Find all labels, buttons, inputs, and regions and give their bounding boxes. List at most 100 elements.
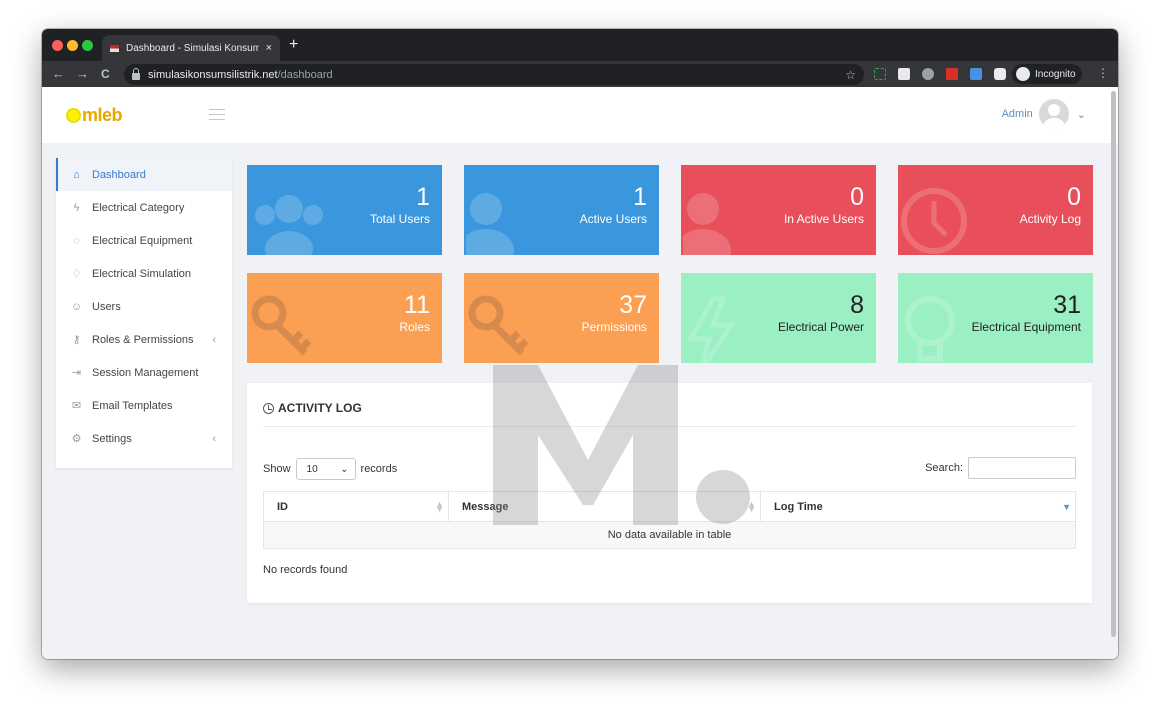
back-arrow-icon[interactable]: ← (52, 66, 65, 81)
sidebar-item-settings[interactable]: ⚙ Settings ‹ (56, 422, 232, 455)
search-input[interactable] (968, 457, 1076, 479)
logo-text: mleb (82, 105, 123, 125)
page-scrollbar[interactable] (1111, 91, 1116, 637)
tab-close-icon[interactable]: × (266, 42, 272, 54)
activity-log-panel: ACTIVITY LOG Show 10 ⌄ records Search: I… (247, 383, 1092, 603)
sidebar-item-label: Session Management (92, 366, 199, 379)
flag-favicon-icon (110, 44, 119, 52)
browser-menu-icon[interactable]: ⋮ (1097, 66, 1109, 80)
stat-value: 31 (1053, 291, 1081, 319)
sidebar-item-electrical-simulation[interactable]: ♢ Electrical Simulation (56, 257, 232, 290)
sidebar-item-electrical-equipment[interactable]: ◌ Electrical Equipment (56, 224, 232, 257)
stat-label: Electrical Equipment (971, 320, 1081, 334)
table-search: Search: (925, 457, 1076, 479)
bulb-icon (905, 296, 955, 362)
close-window-button[interactable] (52, 40, 63, 51)
url-domain: simulasikonsumsilistrik.net (148, 68, 278, 81)
user-menu[interactable]: Admin ⌄ (1002, 99, 1086, 129)
stat-card-electrical-equipment[interactable]: 31 Electrical Equipment (898, 273, 1093, 363)
bookmark-star-icon[interactable]: ☆ (845, 68, 856, 82)
records-label: records (360, 463, 398, 475)
incognito-badge[interactable]: Incognito (1012, 64, 1082, 84)
divider (263, 426, 1076, 427)
stat-value: 37 (619, 291, 647, 319)
stat-card-activity-log[interactable]: 0 Activity Log (898, 165, 1093, 255)
stat-card-active-users[interactable]: 1 Active Users (464, 165, 659, 255)
sidebar-item-email-templates[interactable]: ✉ Email Templates (56, 389, 232, 422)
sidebar-item-label: Electrical Simulation (92, 267, 192, 280)
login-icon: ⇥ (71, 367, 82, 379)
lightning-icon: ϟ (73, 201, 80, 214)
screenshot-extension-icon[interactable] (874, 68, 886, 80)
sun-logo-icon (66, 108, 81, 123)
hamburger-menu-icon[interactable] (209, 109, 225, 120)
chevron-left-icon: ‹ (212, 432, 216, 445)
incognito-label: Incognito (1035, 68, 1076, 80)
sidebar-item-dashboard[interactable]: ⌂ Dashboard (56, 158, 232, 191)
stat-card-inactive-users[interactable]: 0 In Active Users (681, 165, 876, 255)
stat-value: 0 (850, 183, 864, 211)
stat-card-total-users[interactable]: 1 Total Users (247, 165, 442, 255)
stat-value: 1 (416, 183, 430, 211)
sidebar-item-label: Electrical Equipment (92, 234, 193, 247)
chevron-down-icon: ⌄ (1076, 108, 1086, 121)
user-name: Admin (1001, 108, 1033, 120)
user-icon (683, 193, 731, 255)
tab-title: Dashboard - Simulasi Konsums (126, 42, 259, 54)
stat-value: 8 (850, 291, 864, 319)
sidebar-item-session-management[interactable]: ⇥ Session Management (56, 356, 232, 389)
sort-icon: ▲ ▼ (747, 498, 756, 514)
stat-card-permissions[interactable]: 37 Permissions (464, 273, 659, 363)
gear-icon: ⚙ (71, 433, 82, 445)
chevron-down-icon: ⌄ (340, 463, 349, 475)
column-label: Message (462, 500, 509, 513)
column-label: ID (277, 500, 288, 513)
page-length-control: Show 10 ⌄ records (263, 458, 397, 480)
maximize-window-button[interactable] (82, 40, 93, 51)
panel-title-text: ACTIVITY LOG (278, 401, 362, 415)
stat-card-roles[interactable]: 11 Roles (247, 273, 442, 363)
sidebar: ⌂ Dashboard ϟ Electrical Category ◌ Elec… (56, 158, 232, 468)
plug-icon: ♢ (71, 268, 82, 280)
globe-extension-icon[interactable] (922, 68, 934, 80)
reload-icon[interactable]: C (101, 67, 110, 81)
url-path: /dashboard (277, 68, 333, 81)
download-extension-icon[interactable] (898, 68, 910, 80)
table-empty-row: No data available in table (264, 522, 1075, 548)
capture-extension-icon[interactable] (970, 68, 982, 80)
stat-card-electrical-power[interactable]: 8 Electrical Power (681, 273, 876, 363)
page-viewport: mleb Admin ⌄ ⌂ Dashboard ϟ Electrical Ca… (42, 87, 1118, 659)
key-icon (468, 295, 529, 356)
user-icon: ☺ (70, 300, 83, 313)
clock-icon (901, 188, 967, 254)
address-bar[interactable]: simulasikonsumsilistrik.net/dashboard ☆ (124, 64, 864, 85)
sidebar-item-roles-permissions[interactable]: ⚷ Roles & Permissions ‹ (56, 323, 232, 356)
url-text: simulasikonsumsilistrik.net/dashboard (148, 69, 333, 81)
browser-tab[interactable]: Dashboard - Simulasi Konsums × (102, 35, 280, 61)
column-header-id[interactable]: ID ▲ ▼ (264, 492, 449, 521)
sidebar-item-label: Electrical Category (92, 201, 185, 214)
column-header-log-time[interactable]: Log Time ▼ (761, 492, 1075, 521)
lock-icon (132, 67, 140, 80)
sort-desc-icon: ▼ (1062, 501, 1071, 512)
sidebar-item-label: Email Templates (92, 399, 173, 412)
chevron-left-icon: ‹ (212, 333, 216, 346)
puzzle-extensions-icon[interactable] (994, 68, 1006, 80)
forward-arrow-icon[interactable]: → (76, 66, 89, 81)
user-icon (466, 193, 514, 255)
users-icon (255, 195, 323, 255)
stat-value: 11 (404, 291, 430, 319)
table-header: ID ▲ ▼ Message ▲ ▼ Log Time ▼ (264, 492, 1075, 522)
sidebar-item-electrical-category[interactable]: ϟ Electrical Category (56, 191, 232, 224)
minimize-window-button[interactable] (67, 40, 78, 51)
browser-toolbar: ← → C simulasikonsumsilistrik.net/dashbo… (42, 61, 1118, 87)
stat-value: 1 (633, 183, 647, 211)
column-header-message[interactable]: Message ▲ ▼ (449, 492, 761, 521)
sidebar-item-users[interactable]: ☺ Users (56, 290, 232, 323)
page-size-select[interactable]: 10 ⌄ (295, 458, 356, 480)
new-tab-button[interactable]: + (289, 36, 298, 54)
adblock-extension-icon[interactable] (946, 68, 958, 80)
show-label: Show (263, 463, 291, 475)
sort-icon: ▲ ▼ (435, 498, 444, 514)
app-logo[interactable]: mleb (66, 105, 123, 126)
